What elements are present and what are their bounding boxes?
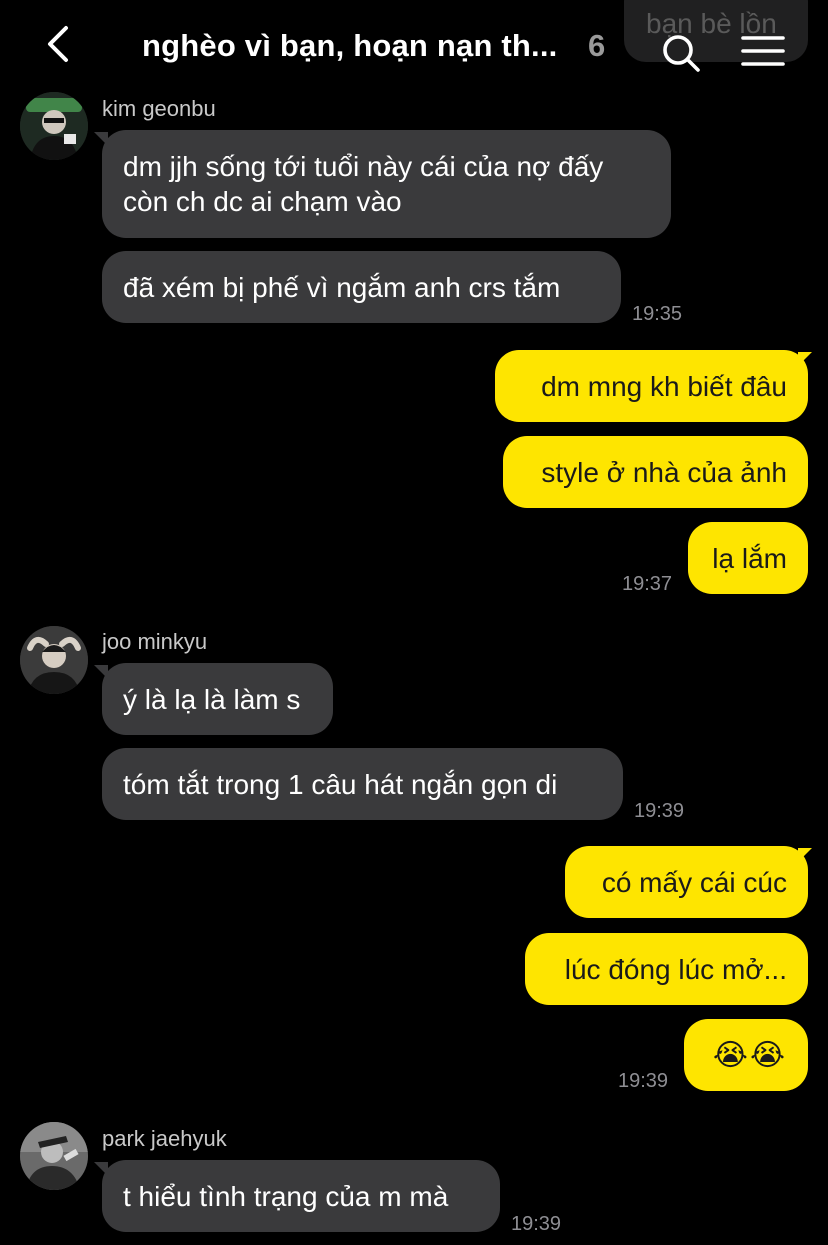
profile-photo-icon: [20, 626, 88, 694]
search-icon: [663, 35, 700, 72]
message-text: t hiểu tình trạng của m mà: [123, 1180, 449, 1212]
profile-photo-icon: [20, 1122, 88, 1190]
message-bubble-incoming[interactable]: đã xém bị phế vì ngắm anh crs tắm: [102, 251, 621, 323]
message-text: style ở nhà của ảnh: [541, 456, 787, 488]
message-text: lạ lắm: [712, 542, 787, 574]
hamburger-menu-icon: [741, 36, 785, 66]
message-timestamp: 19:39: [634, 800, 685, 822]
sender-name: kim geonbu: [102, 96, 216, 121]
message-bubble-outgoing[interactable]: lúc đóng lúc mở...: [525, 933, 808, 1005]
message-bubble-outgoing[interactable]: lạ lắm: [688, 522, 808, 594]
chevron-left-icon: [48, 26, 68, 62]
message-bubble-incoming[interactable]: ý là lạ là làm s: [102, 663, 333, 735]
back-button[interactable]: [38, 22, 82, 66]
crying-emoji-message: 😭😭: [712, 1038, 787, 1072]
message-timestamp: 19:39: [618, 1070, 669, 1092]
message-bubble-incoming[interactable]: t hiểu tình trạng của m mà: [102, 1160, 500, 1232]
message-timestamp: 19:39: [511, 1213, 562, 1235]
menu-button[interactable]: [740, 34, 786, 68]
message-bubble-outgoing[interactable]: dm mng kh biết đâu: [495, 350, 808, 422]
member-count: 6: [588, 28, 606, 63]
message-text: đã xém bị phế vì ngắm anh crs tắm: [123, 271, 561, 303]
message-text: dm jjh sống tới tuổi này cái của nợ đấy …: [123, 151, 604, 217]
chat-header: nghèo vì bạn, hoạn nạn th... 6: [0, 0, 828, 90]
chat-title[interactable]: nghèo vì bạn, hoạn nạn th...: [142, 28, 558, 64]
sender-name: park jaehyuk: [102, 1126, 227, 1151]
avatar-park-jaehyuk[interactable]: [20, 1122, 88, 1190]
message-text: dm mng kh biết đâu: [541, 370, 787, 402]
message-bubble-outgoing[interactable]: có mấy cái cúc: [565, 846, 808, 918]
message-bubble-incoming[interactable]: dm jjh sống tới tuổi này cái của nợ đấy …: [102, 130, 671, 238]
message-text: lúc đóng lúc mở...: [564, 953, 787, 985]
sender-name: joo minkyu: [102, 629, 208, 654]
message-bubble-incoming[interactable]: tóm tắt trong 1 câu hát ngắn gọn di: [102, 748, 623, 820]
message-timestamp: 19:37: [622, 573, 673, 595]
message-bubble-outgoing[interactable]: style ở nhà của ảnh: [503, 436, 808, 508]
message-text: tóm tắt trong 1 câu hát ngắn gọn di: [123, 768, 558, 800]
message-timestamp: 19:35: [632, 303, 683, 325]
avatar-kim-geonbu[interactable]: [20, 92, 88, 160]
profile-photo-icon: [20, 92, 88, 160]
avatar-joo-minkyu[interactable]: [20, 626, 88, 694]
search-button[interactable]: [660, 32, 702, 74]
message-text: ý là lạ là làm s: [123, 683, 301, 715]
message-bubble-outgoing[interactable]: 😭😭: [684, 1019, 808, 1091]
message-text: có mấy cái cúc: [601, 866, 787, 898]
